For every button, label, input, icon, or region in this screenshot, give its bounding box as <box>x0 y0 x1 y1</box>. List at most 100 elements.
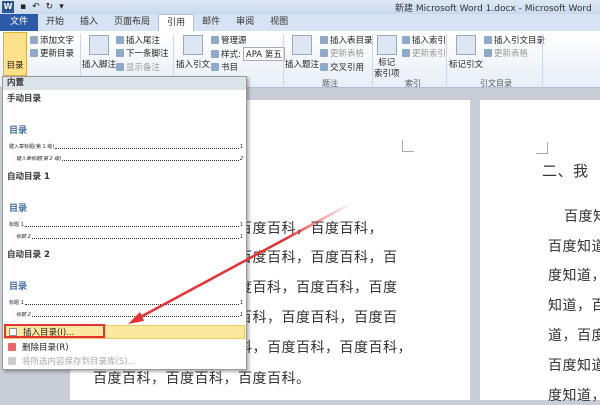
show-notes-button[interactable]: 显示备注 <box>116 61 160 73</box>
margin-mark <box>402 140 414 152</box>
manage-sources-label: 管理源 <box>221 36 247 46</box>
ribbon-tabs: 文件 开始 插入 页面布局 引用 邮件 审阅 视图 <box>0 14 600 31</box>
bibliography-icon <box>211 63 219 71</box>
save-icon[interactable]: ▪ <box>20 2 26 12</box>
next-footnote-icon <box>116 49 124 57</box>
tab-page-layout[interactable]: 页面布局 <box>106 14 158 31</box>
next-footnote-label: 下一条脚注 <box>126 49 169 59</box>
update-toc-button[interactable]: 更新目录 <box>30 47 74 59</box>
toc-preview-title: 目录 <box>9 204 28 214</box>
tab-references[interactable]: 引用 <box>158 14 195 31</box>
caption-icon <box>292 35 312 55</box>
cross-reference-label: 交叉引用 <box>330 63 365 73</box>
doc-line: 百度知 <box>564 209 600 225</box>
insert-index-icon <box>402 36 410 44</box>
update-index-label: 更新索引 <box>412 49 447 59</box>
entry-page: 1 <box>239 222 243 228</box>
bibliography-button[interactable]: 书目 <box>211 61 238 73</box>
group-label-captions: 题注 <box>322 79 338 88</box>
manage-sources-button[interactable]: 管理源 <box>211 34 247 46</box>
add-text-icon <box>30 36 38 44</box>
update-table-label: 更新表格 <box>330 49 365 59</box>
tab-review[interactable]: 审阅 <box>228 14 262 31</box>
leader <box>31 316 239 317</box>
annotation-highlight-box <box>4 324 105 338</box>
menu-label: 将所选内容保存到目录库(S)... <box>22 357 136 367</box>
leader <box>62 160 239 161</box>
update-index-button[interactable]: 更新索引 <box>402 47 446 59</box>
insert-footnote-button[interactable]: 插入脚注 <box>82 35 116 70</box>
insert-footnote-label: 插入脚注 <box>82 60 117 70</box>
update-table-icon <box>320 49 328 57</box>
insert-toa-icon <box>484 36 492 44</box>
cross-reference-button[interactable]: 交叉引用 <box>320 61 364 73</box>
toc-button[interactable]: 目录 <box>3 32 27 76</box>
next-footnote-button[interactable]: 下一条脚注 <box>116 47 169 59</box>
tab-insert[interactable]: 插入 <box>72 14 106 31</box>
insert-index-button[interactable]: 插入索引 <box>402 34 446 46</box>
undo-icon[interactable]: ↶ <box>32 2 40 12</box>
insert-citation-label: 插入引文 <box>176 60 211 70</box>
doc-line: 百度知道 <box>548 358 600 374</box>
leader <box>24 226 239 227</box>
delete-icon <box>8 343 16 351</box>
dropdown-header: 内置 <box>3 77 246 90</box>
redo-icon[interactable]: ↻ <box>46 2 54 12</box>
entry-text: 标题 2 <box>16 234 31 240</box>
entry-page: 1 <box>239 234 243 240</box>
insert-table-of-figures-label: 插入表目录 <box>330 36 373 46</box>
gallery-title: 自动目录 1 <box>7 172 50 182</box>
insert-citation-button[interactable]: 插入引文 <box>176 35 210 70</box>
gallery-title: 手动目录 <box>7 94 42 104</box>
toc-preview-title: 目录 <box>9 126 28 136</box>
insert-index-label: 插入索引 <box>412 36 447 46</box>
insert-endnote-button[interactable]: 插入尾注 <box>116 34 160 46</box>
entry-page: 1 <box>239 312 243 318</box>
document-page-2[interactable]: 二、我 百度知 百度知道 度知道， 知道，百 道，百度 百度知道 度知道， <box>480 100 600 404</box>
toc-preview-entry: 标题 1 1 <box>9 221 243 228</box>
margin-mark <box>536 142 548 154</box>
bibliography-label: 书目 <box>221 63 239 73</box>
style-select[interactable]: 样式: APA 第五 <box>211 47 285 61</box>
update-toa-icon <box>484 49 492 57</box>
insert-caption-button[interactable]: 插入题注 <box>285 35 319 70</box>
update-table-button[interactable]: 更新表格 <box>320 47 364 59</box>
divider <box>372 34 373 86</box>
insert-toa-label: 插入引文目录 <box>494 36 546 46</box>
divider <box>283 34 284 86</box>
update-toc-label: 更新目录 <box>40 49 75 59</box>
remove-toc-menu-item[interactable]: 删除目录(R) <box>4 340 245 354</box>
tab-home[interactable]: 开始 <box>38 14 72 31</box>
mark-citation-icon <box>456 35 476 55</box>
entry-page: 1 <box>239 144 243 150</box>
mark-entry-button[interactable]: 标记 索引项 <box>374 35 400 80</box>
mark-entry-label: 标记 <box>378 58 396 68</box>
update-toa-label: 更新表格 <box>494 49 529 59</box>
toc-preview-entry: 键入章标题(第 2 级) 2 <box>16 155 243 162</box>
style-value[interactable]: APA 第五 <box>242 47 285 61</box>
customize-icon[interactable]: ▾ <box>59 2 64 12</box>
leader <box>24 304 239 305</box>
add-text-button[interactable]: 添加文字 <box>30 34 74 46</box>
cross-reference-icon <box>320 63 328 71</box>
entry-text: 标题 2 <box>16 312 31 318</box>
insert-table-of-figures-button[interactable]: 插入表目录 <box>320 34 373 46</box>
insert-toa-button[interactable]: 插入引文目录 <box>484 34 545 46</box>
entry-text: 标题 1 <box>9 300 24 306</box>
add-text-label: 添加文字 <box>40 36 75 46</box>
entry-text: 键入章标题(第 2 级) <box>16 156 62 162</box>
entry-text: 标题 1 <box>9 222 24 228</box>
insert-endnote-label: 插入尾注 <box>126 36 161 46</box>
doc-line: 度知道， <box>548 268 600 284</box>
update-toa-button[interactable]: 更新表格 <box>484 47 528 59</box>
entry-text: 键入章标题(第 1 级) <box>9 144 55 150</box>
tab-view[interactable]: 视图 <box>262 14 296 31</box>
style-icon <box>211 50 219 58</box>
mark-citation-button[interactable]: 标记引文 <box>449 35 483 70</box>
doc-line: 知道，百 <box>548 298 600 314</box>
update-icon <box>30 49 38 57</box>
toc-label: 目录 <box>6 61 24 71</box>
insert-caption-label: 插入题注 <box>285 60 320 70</box>
tab-file[interactable]: 文件 <box>0 14 39 31</box>
tab-mailings[interactable]: 邮件 <box>194 14 228 31</box>
